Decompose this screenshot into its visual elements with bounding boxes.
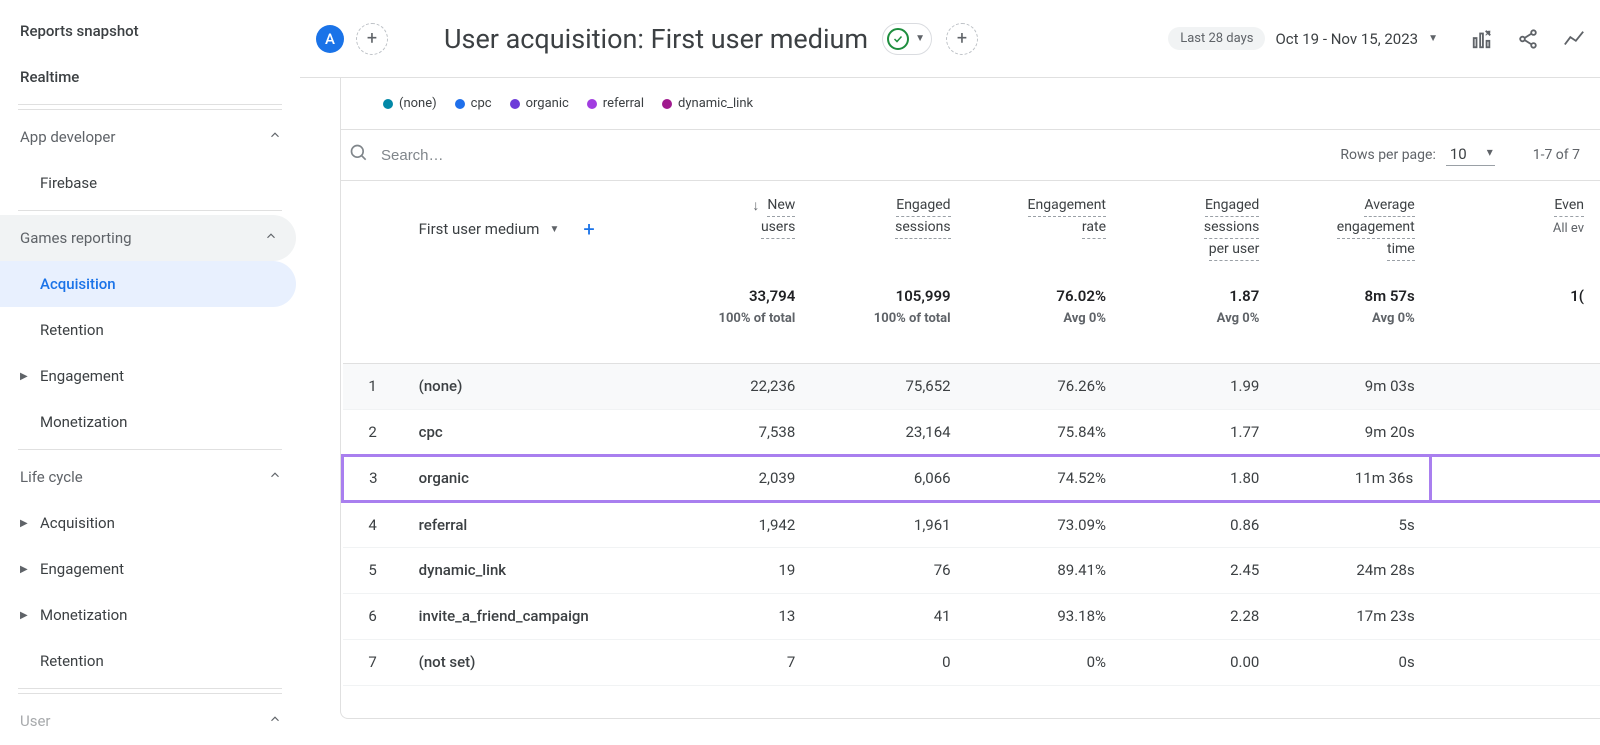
sidebar-item[interactable]: ▶Acquisition — [0, 500, 300, 546]
total-value: 1.87 — [1138, 287, 1259, 305]
rows-per-page[interactable]: Rows per page: 10 — [1340, 145, 1494, 166]
total-value: 8m 57s — [1291, 287, 1414, 305]
column-header[interactable]: EvenAll ev — [1447, 195, 1584, 239]
column-header[interactable]: Engagedsessionsper user — [1138, 195, 1259, 261]
table-row[interactable]: 6invite_a_friend_campaign134193.18%2.281… — [343, 593, 1600, 639]
table-row[interactable]: 7(not set)700%0.000s — [343, 639, 1600, 685]
total-value: 33,794 — [672, 287, 795, 305]
sidebar-item[interactable]: ▶Monetization — [0, 592, 300, 638]
search-icon — [349, 143, 369, 167]
column-header[interactable]: Engagedsessions — [827, 195, 950, 239]
page-title: User acquisition: First user medium — [444, 23, 868, 55]
legend-dot-icon — [510, 99, 520, 109]
data-table: First user medium ▼ + ↓Newusers Engagedse… — [341, 181, 1600, 686]
legend-item[interactable]: organic — [510, 96, 569, 111]
table-row[interactable]: 2cpc7,53823,16475.84%1.779m 20s — [343, 409, 1600, 455]
table-row[interactable]: 1(none)22,23675,65276.26%1.999m 03s — [343, 363, 1600, 409]
sidebar-item[interactable]: ▶Retention — [0, 638, 300, 684]
search-input[interactable] — [379, 146, 1340, 165]
add-comparison-button[interactable]: + — [946, 23, 978, 55]
insights-button[interactable] — [1562, 27, 1586, 51]
legend-dot-icon — [383, 99, 393, 109]
status-badge[interactable]: ▼ — [882, 23, 932, 55]
chevron-down-icon: ▼ — [915, 33, 925, 44]
total-value: 1( — [1447, 287, 1584, 305]
legend-item[interactable]: dynamic_link — [662, 96, 753, 111]
chevron-up-icon — [268, 712, 282, 730]
total-value: 105,999 — [827, 287, 950, 305]
legend-item[interactable]: cpc — [455, 96, 492, 111]
sidebar-item[interactable]: ▶Engagement — [0, 546, 300, 592]
chevron-up-icon — [264, 229, 278, 247]
sidebar-item[interactable]: Life cycle — [0, 454, 300, 500]
chart-legend: (none) cpc organic referral dynamic_link — [341, 96, 1600, 129]
table-row[interactable]: 5dynamic_link197689.41%2.4524m 28s — [343, 547, 1600, 593]
legend-dot-icon — [455, 99, 465, 109]
chevron-down-icon: ▼ — [1428, 33, 1438, 44]
sort-desc-icon: ↓ — [752, 196, 759, 217]
chevron-down-icon: ▼ — [549, 224, 559, 235]
table-row[interactable]: 4referral1,9421,96173.09%0.865s — [343, 501, 1600, 547]
report-card: (none) cpc organic referral dynamic_link Row… — [340, 78, 1600, 719]
customize-report-button[interactable] — [1470, 27, 1494, 51]
legend-dot-icon — [662, 99, 672, 109]
sidebar-item[interactable]: User — [0, 698, 300, 744]
column-header[interactable]: ↓Newusers — [672, 195, 795, 239]
sidebar-item[interactable]: ▶Firebase — [0, 160, 300, 206]
sidebar-item[interactable]: Games reporting — [0, 215, 296, 261]
column-header[interactable]: Averageengagementtime — [1291, 195, 1414, 261]
sidebar-item[interactable]: Realtime — [0, 54, 300, 100]
sidebar: Reports snapshotRealtime App developer▶Fi… — [0, 0, 300, 745]
sidebar-item[interactable]: ▶Retention — [0, 307, 300, 353]
add-segment-button[interactable]: + — [356, 23, 388, 55]
table-row[interactable]: 3organic2,0396,06674.52%1.8011m 36s — [343, 455, 1600, 501]
pagination-info: 1-7 of 7 — [1533, 147, 1580, 163]
sidebar-item[interactable]: ▶Acquisition — [0, 261, 296, 307]
date-range-picker[interactable]: Last 28 days Oct 19 - Nov 15, 2023 ▼ — [1166, 25, 1448, 52]
chevron-up-icon — [268, 468, 282, 486]
sidebar-item[interactable]: ▶Monetization — [0, 399, 300, 445]
column-header[interactable]: Engagementrate — [983, 195, 1106, 239]
dimension-picker[interactable]: First user medium ▼ + — [419, 195, 640, 263]
table-toolbar: Rows per page: 10 1-7 of 7 — [341, 129, 1600, 181]
check-icon — [887, 28, 909, 50]
avatar[interactable]: A — [316, 25, 344, 53]
chevron-up-icon — [268, 128, 282, 146]
legend-item[interactable]: referral — [587, 96, 644, 111]
add-dimension-button[interactable]: + — [583, 217, 594, 241]
sidebar-item[interactable]: Reports snapshot — [0, 8, 300, 54]
sidebar-item[interactable]: ▶Engagement — [0, 353, 300, 399]
legend-dot-icon — [587, 99, 597, 109]
sidebar-item[interactable]: App developer — [0, 114, 300, 160]
topbar: A + User acquisition: First user medium … — [300, 0, 1600, 78]
share-button[interactable] — [1516, 27, 1540, 51]
total-value: 76.02% — [983, 287, 1106, 305]
legend-item[interactable]: (none) — [383, 96, 437, 111]
